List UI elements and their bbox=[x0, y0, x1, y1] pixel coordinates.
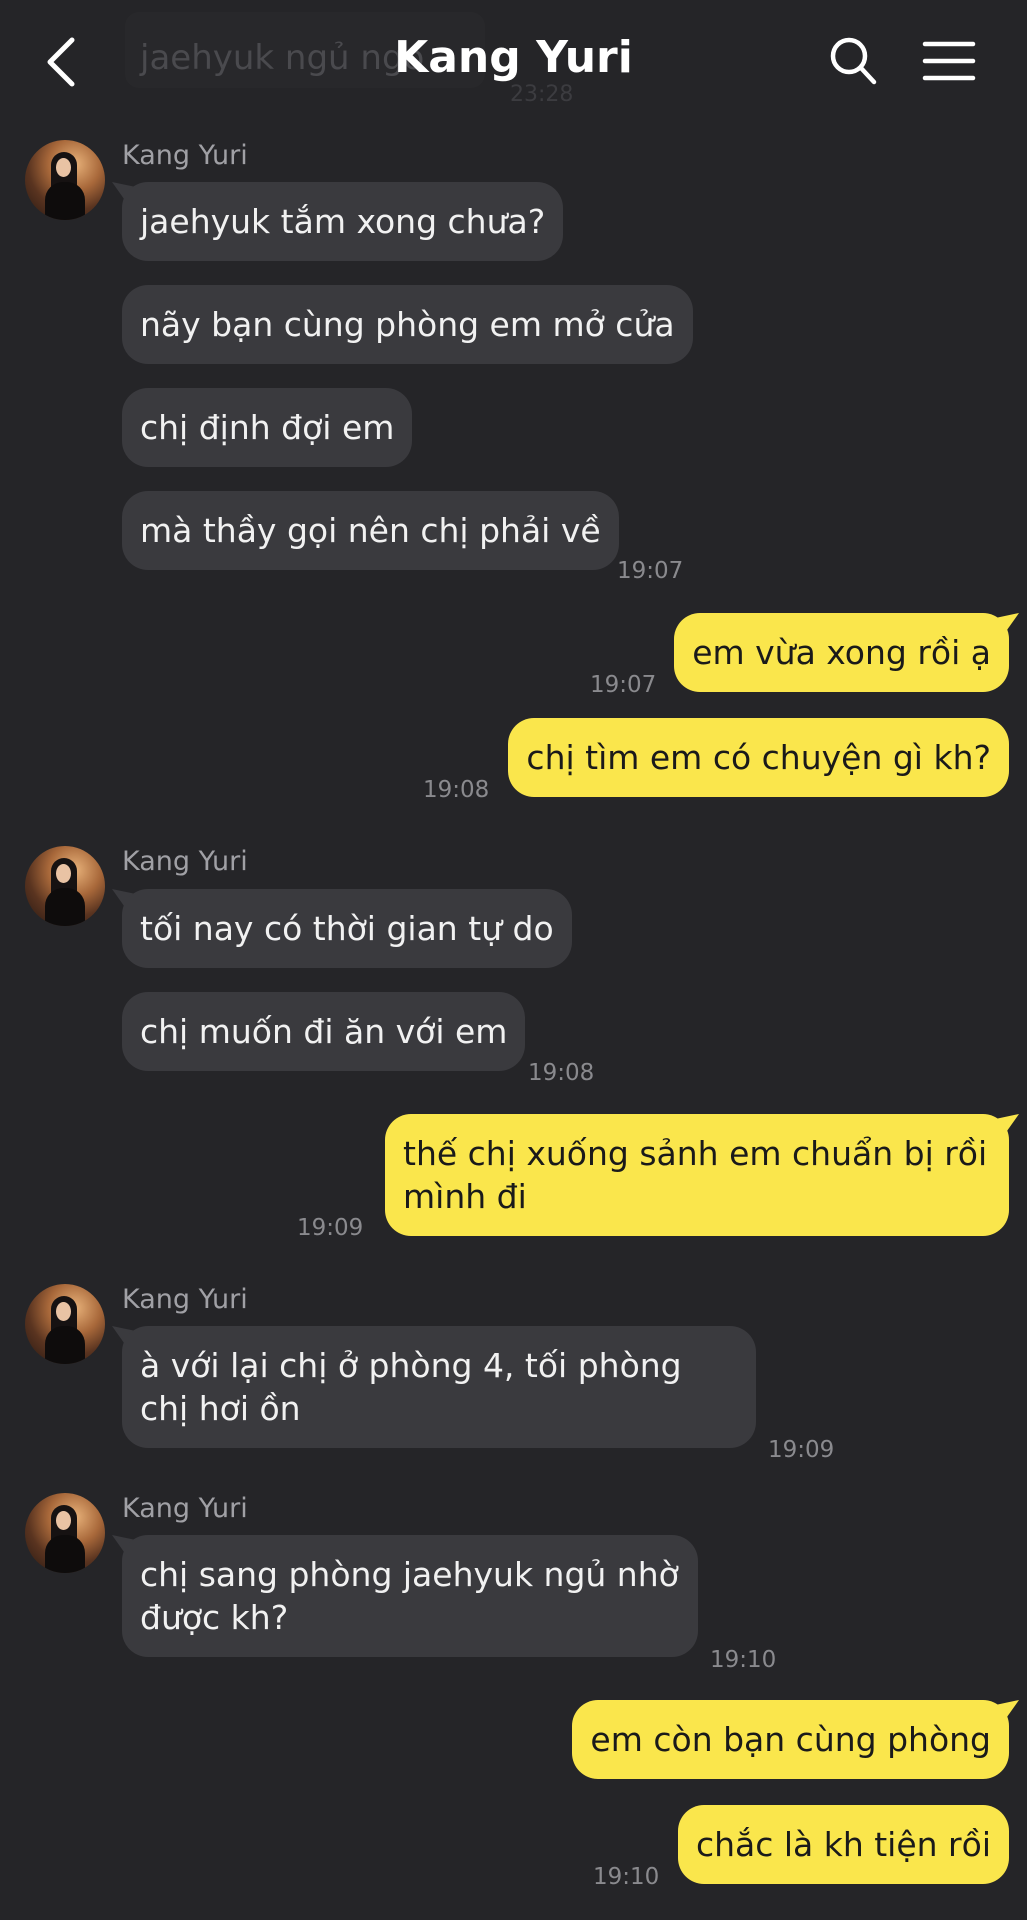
message-time: 19:08 bbox=[423, 777, 490, 803]
hamburger-menu-icon bbox=[922, 41, 976, 81]
avatar[interactable] bbox=[25, 846, 105, 926]
message-bubble-incoming[interactable]: tối nay có thời gian tự do bbox=[122, 889, 572, 968]
chat-header: jaehyuk ngủ ngo 23:28 Kang Yuri bbox=[0, 0, 1027, 125]
avatar[interactable] bbox=[25, 1284, 105, 1364]
search-button[interactable] bbox=[828, 34, 878, 88]
message-bubble-outgoing[interactable]: chị tìm em có chuyện gì kh? bbox=[508, 718, 1009, 797]
message-time: 19:09 bbox=[768, 1437, 835, 1463]
sender-name: Kang Yuri bbox=[122, 1284, 248, 1315]
message-bubble-outgoing[interactable]: em còn bạn cùng phòng bbox=[572, 1700, 1009, 1779]
message-bubble-incoming[interactable]: jaehyuk tắm xong chưa? bbox=[122, 182, 564, 261]
menu-button[interactable] bbox=[922, 38, 976, 84]
message-time: 19:09 bbox=[297, 1215, 364, 1241]
message-bubble-incoming[interactable]: chị sang phòng jaehyuk ngủ nhờ được kh? bbox=[122, 1535, 698, 1657]
message-bubble-incoming[interactable]: mà thầy gọi nên chị phải về bbox=[122, 491, 619, 570]
scrolled-message-time: 23:28 bbox=[510, 82, 574, 107]
message-bubble-outgoing[interactable]: chắc là kh tiện rồi bbox=[677, 1805, 1009, 1884]
message-bubble-outgoing[interactable]: em vừa xong rồi ạ bbox=[674, 613, 1009, 692]
sender-name: Kang Yuri bbox=[122, 140, 248, 171]
sender-name: Kang Yuri bbox=[122, 846, 248, 877]
message-time: 19:10 bbox=[710, 1647, 777, 1673]
avatar[interactable] bbox=[25, 140, 105, 220]
message-bubble-incoming[interactable]: nãy bạn cùng phòng em mở cửa bbox=[122, 285, 693, 364]
message-bubble-incoming[interactable]: chị muốn đi ăn với em bbox=[122, 992, 526, 1071]
message-time: 19:07 bbox=[590, 672, 657, 698]
message-bubble-incoming[interactable]: à với lại chị ở phòng 4, tối phòng chị h… bbox=[122, 1326, 756, 1448]
message-time: 19:08 bbox=[528, 1060, 595, 1086]
message-time: 19:07 bbox=[617, 558, 684, 584]
avatar[interactable] bbox=[25, 1493, 105, 1573]
message-time: 19:10 bbox=[593, 1864, 660, 1890]
message-bubble-outgoing[interactable]: thế chị xuống sảnh em chuẩn bị rồi mình … bbox=[385, 1114, 1009, 1236]
sender-name: Kang Yuri bbox=[122, 1493, 248, 1524]
search-icon bbox=[830, 37, 877, 85]
message-bubble-incoming[interactable]: chị định đợi em bbox=[122, 388, 413, 467]
